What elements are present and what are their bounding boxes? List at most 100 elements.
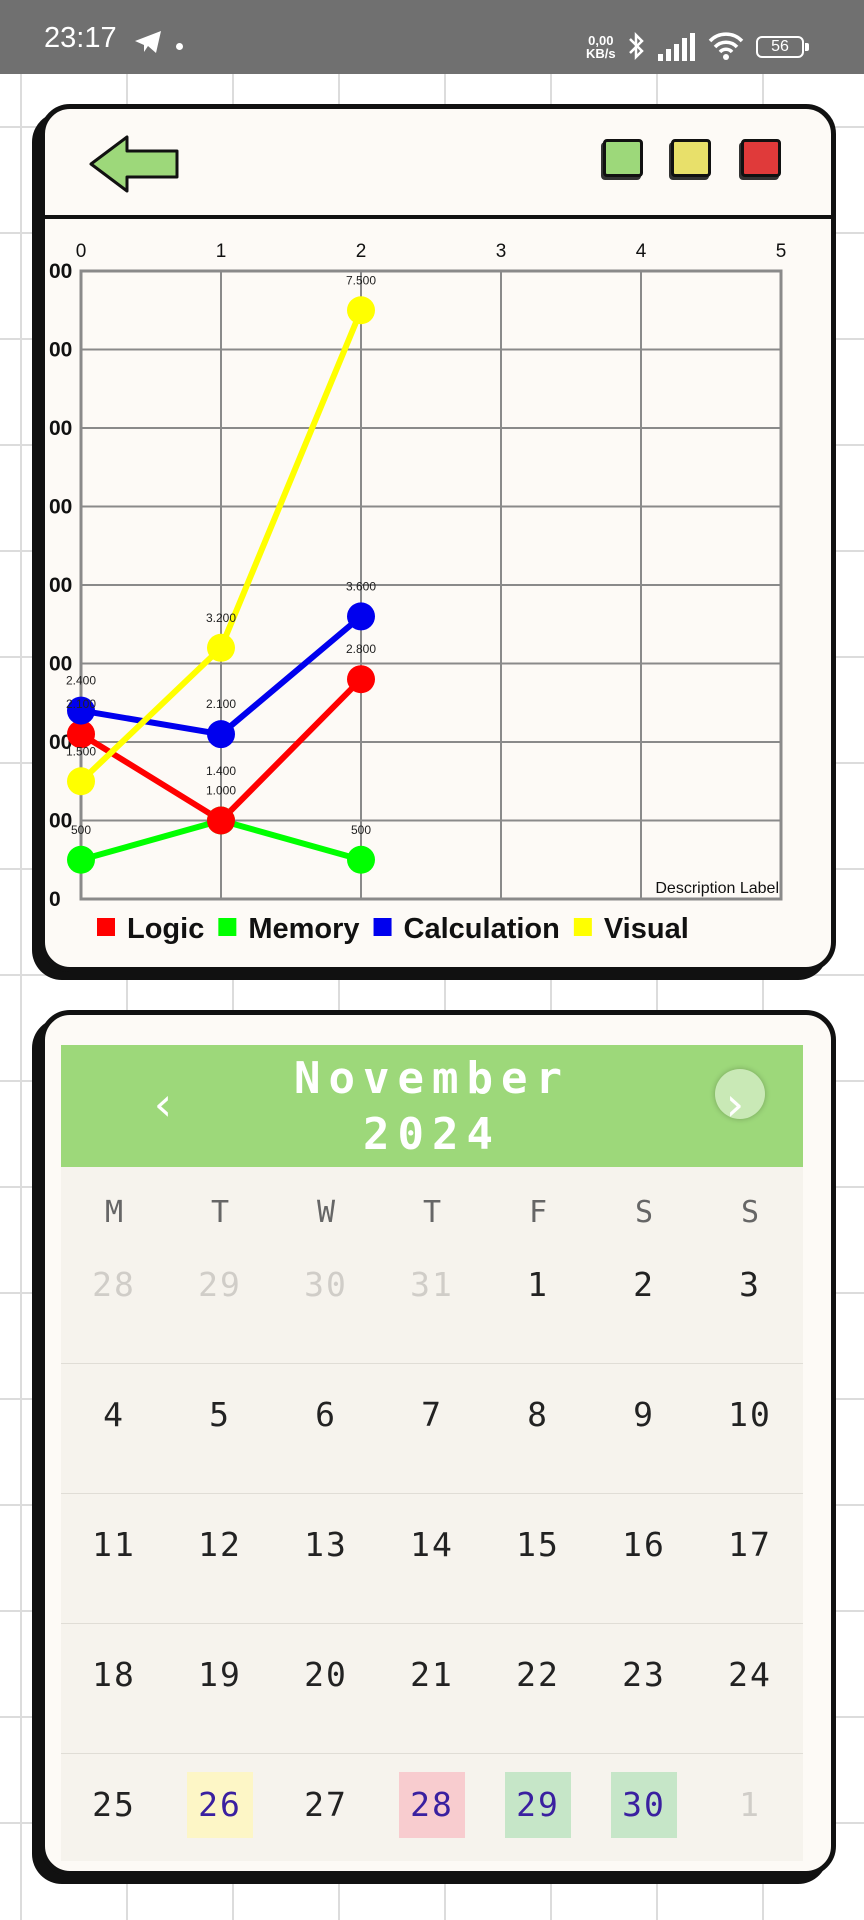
calendar-header: November 2024 ‹ ›	[61, 1045, 803, 1167]
calendar-day[interactable]: 24	[697, 1643, 803, 1707]
y-tick-label: 00	[49, 653, 72, 676]
data-label: 2.100	[206, 697, 236, 711]
bluetooth-icon	[629, 31, 644, 61]
calendar-card: November 2024 ‹ › M T W T F S S 28 29 30 31 1 2 3 4 5 6 7…	[40, 1010, 836, 1876]
wifi-icon	[708, 32, 744, 60]
color-green-button[interactable]	[603, 139, 643, 177]
calendar-day[interactable]: 3	[697, 1253, 803, 1317]
y-tick-label: 00	[49, 260, 72, 283]
legend-label-visual: Visual	[604, 913, 689, 945]
data-point-calculation	[207, 720, 235, 749]
calendar-day[interactable]: 20	[273, 1643, 379, 1707]
calendar-day[interactable]: 1	[697, 1773, 803, 1837]
data-point-calculation	[347, 602, 375, 631]
calendar-day[interactable]: 28	[61, 1253, 167, 1317]
week-divider	[61, 1363, 803, 1364]
battery-icon: 56	[756, 36, 809, 58]
calendar-day[interactable]: 7	[379, 1383, 485, 1447]
y-tick-label: 0	[49, 888, 61, 911]
calendar-day[interactable]: 28	[379, 1772, 485, 1838]
line-chart-svg: 0 1 2 3 4 500000000000000000Description Label…	[49, 241, 786, 945]
calendar-day[interactable]: 26	[167, 1772, 273, 1838]
calendar-day[interactable]: 30	[273, 1253, 379, 1317]
calendar-day[interactable]: 19	[167, 1643, 273, 1707]
data-label: 2.100	[66, 697, 96, 711]
calendar-day[interactable]: 13	[273, 1513, 379, 1577]
data-point-visual	[67, 767, 95, 796]
data-point-logic	[207, 806, 235, 835]
calendar-grid: M T W T F S S 28 29 30 31 1 2 3 4 5 6 7 8 9 10 11 12 13 14 15 16 17…	[61, 1167, 803, 1861]
calendar-day[interactable]: 21	[379, 1643, 485, 1707]
y-tick-label: 00	[49, 496, 72, 519]
calendar-day[interactable]: 15	[485, 1513, 591, 1577]
calendar-day[interactable]: 16	[591, 1513, 697, 1577]
data-point-visual	[207, 633, 235, 662]
calendar-day[interactable]: 8	[485, 1383, 591, 1447]
highlighted-day-label: 30	[611, 1772, 677, 1838]
calendar-day[interactable]: 29	[167, 1253, 273, 1317]
weekday-label: T	[422, 1195, 442, 1230]
calendar-day[interactable]: 31	[379, 1253, 485, 1317]
data-label: 7.500	[346, 273, 376, 287]
y-tick-label: 00	[49, 810, 72, 833]
notification-dot-icon	[176, 43, 183, 50]
description-label: Description Label	[655, 880, 779, 897]
weekday-label: S	[740, 1195, 760, 1230]
calendar-day[interactable]: 9	[591, 1383, 697, 1447]
calendar-day[interactable]: 29	[485, 1772, 591, 1838]
calendar-day[interactable]: 2	[591, 1253, 697, 1317]
data-label: 3.600	[346, 579, 376, 593]
x-tick-label: 4	[636, 241, 647, 262]
calendar-day[interactable]: 27	[273, 1773, 379, 1837]
data-point-visual	[347, 296, 375, 325]
signal-icon	[658, 33, 695, 61]
next-month-button[interactable]: ›	[705, 1075, 765, 1135]
x-tick-label: 3	[496, 241, 507, 262]
highlighted-day-label: 29	[505, 1772, 571, 1838]
legend-swatch-memory	[218, 918, 237, 936]
data-label: 3.200	[206, 611, 236, 625]
legend-swatch-visual	[573, 918, 592, 936]
network-rate-unit: KB/s	[586, 46, 616, 61]
data-label: 1.500	[66, 744, 96, 758]
data-point-memory	[347, 845, 375, 874]
prev-month-button[interactable]: ‹	[133, 1075, 193, 1135]
data-point-memory	[67, 845, 95, 874]
calendar-day[interactable]: 10	[697, 1383, 803, 1447]
calendar-day[interactable]: 5	[167, 1383, 273, 1447]
calendar-day[interactable]: 6	[273, 1383, 379, 1447]
calendar-day[interactable]: 4	[61, 1383, 167, 1447]
highlighted-day-label: 26	[187, 1772, 253, 1838]
arrow-left-icon[interactable]	[87, 133, 183, 195]
calendar-day[interactable]: 30	[591, 1772, 697, 1838]
week-divider	[61, 1623, 803, 1624]
legend-label-memory: Memory	[248, 913, 359, 945]
calendar-day[interactable]: 18	[61, 1643, 167, 1707]
legend-label-calculation: Calculation	[404, 913, 560, 945]
weekday-label: M	[104, 1195, 124, 1230]
weekday-label: S	[634, 1195, 654, 1230]
color-red-button[interactable]	[741, 139, 781, 177]
highlighted-day-label: 28	[399, 1772, 465, 1838]
calendar-day[interactable]: 17	[697, 1513, 803, 1577]
status-bar: 23:17 0,00 KB/s 56	[0, 0, 864, 74]
color-yellow-button[interactable]	[671, 139, 711, 177]
legend-swatch-calculation	[373, 918, 392, 936]
calendar-day[interactable]: 11	[61, 1513, 167, 1577]
calendar-day[interactable]: 12	[167, 1513, 273, 1577]
weekday-label: W	[316, 1195, 336, 1230]
week-divider	[61, 1753, 803, 1754]
calendar-day[interactable]: 14	[379, 1513, 485, 1577]
x-tick-label: 2	[356, 241, 367, 262]
battery-level: 56	[771, 38, 789, 55]
telegram-icon	[135, 31, 161, 53]
line-chart: 0 1 2 3 4 5 0 00 00 00 00 00 00 00 00 Description Label…	[45, 219, 831, 959]
calendar-day[interactable]: 23	[591, 1643, 697, 1707]
data-label: 500	[351, 823, 371, 837]
data-label: 2.400	[66, 674, 96, 688]
data-label: 500	[71, 823, 91, 837]
calendar-day[interactable]: 22	[485, 1643, 591, 1707]
legend-swatch-logic	[97, 918, 115, 936]
calendar-day[interactable]: 25	[61, 1773, 167, 1837]
calendar-day[interactable]: 1	[485, 1253, 591, 1317]
